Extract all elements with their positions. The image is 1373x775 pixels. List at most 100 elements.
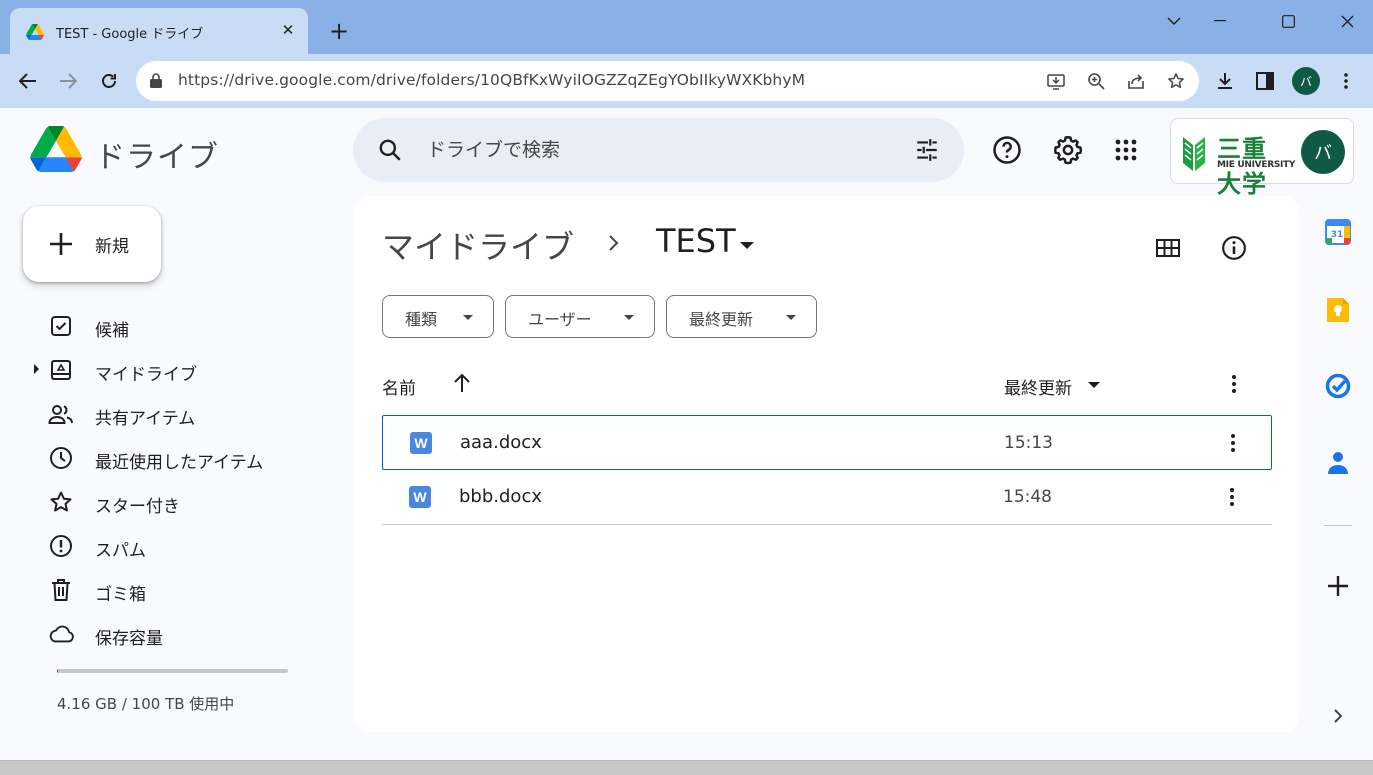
recent-icon <box>48 445 74 471</box>
product-name[interactable]: ドライブ <box>95 132 219 176</box>
chevron-right-icon[interactable] <box>1320 698 1356 734</box>
new-button-label: 新規 <box>95 237 129 257</box>
sidebar-item-storage[interactable]: 保存容量 <box>0 612 340 656</box>
help-icon[interactable] <box>989 132 1025 168</box>
breadcrumb-current[interactable]: TEST <box>656 222 736 260</box>
sort-menu-caret-icon[interactable] <box>1088 382 1100 388</box>
sidebar-item-my-drive[interactable]: マイドライブ <box>0 348 340 392</box>
account-avatar[interactable]: バ <box>1301 130 1345 174</box>
filter-user-chip[interactable]: ユーザー <box>505 295 655 338</box>
chip-label: ユーザー <box>528 310 592 329</box>
search-bar[interactable] <box>353 118 964 182</box>
zoom-icon[interactable] <box>1084 69 1108 93</box>
file-row[interactable]: W aaa.docx 15:13 <box>382 415 1272 470</box>
drive-app: ドライブ 三重大学 MIE UNIVERSITY バ 新規 <box>0 108 1373 760</box>
new-button[interactable]: 新規 <box>23 206 161 282</box>
reload-button[interactable] <box>92 64 126 98</box>
file-list-header: 名前 最終更新 <box>382 372 1272 402</box>
sidebar-item-shared[interactable]: 共有アイテム <box>0 392 340 436</box>
column-name[interactable]: 名前 <box>382 374 416 399</box>
sidebar-item-trash[interactable]: ゴミ箱 <box>0 568 340 612</box>
sidebar-item-label: 最近使用したアイテム <box>95 453 264 473</box>
file-modified: 15:48 <box>1003 487 1052 507</box>
search-options-icon[interactable] <box>914 137 940 163</box>
sidebar-nav: 候補 マイドライブ 共有アイテム 最近使用したアイテム スター付き スパム ゴミ… <box>0 304 340 656</box>
browser-tab[interactable]: TEST - Google ドライブ ✕ <box>10 8 308 54</box>
browser-toolbar: https://drive.google.com/drive/folders/1… <box>0 54 1373 108</box>
downloads-icon[interactable] <box>1210 66 1240 96</box>
sidebar-item-label: スパム <box>95 541 146 561</box>
contacts-icon[interactable] <box>1320 445 1356 481</box>
install-app-icon[interactable] <box>1044 69 1068 93</box>
breadcrumb-root[interactable]: マイドライブ <box>382 222 574 268</box>
tab-search-icon[interactable] <box>1154 8 1194 34</box>
word-doc-icon: W <box>410 432 432 454</box>
my-drive-icon <box>48 357 74 383</box>
sidebar-item-recent[interactable]: 最近使用したアイテム <box>0 436 340 480</box>
keep-icon[interactable] <box>1320 292 1356 328</box>
grid-view-icon[interactable] <box>1152 232 1184 264</box>
settings-gear-icon[interactable] <box>1050 132 1086 168</box>
forward-button[interactable] <box>51 64 85 98</box>
back-button[interactable] <box>11 64 45 98</box>
window-bottom-edge <box>0 760 1373 775</box>
org-sub: MIE UNIVERSITY <box>1217 160 1296 170</box>
browser-menu-icon[interactable] <box>1331 66 1361 96</box>
expand-arrow-icon[interactable] <box>34 364 39 374</box>
file-name[interactable]: bbb.docx <box>459 486 542 507</box>
more-actions-icon[interactable] <box>1221 431 1245 455</box>
lock-icon <box>150 73 162 88</box>
filter-type-chip[interactable]: 種類 <box>382 295 494 338</box>
file-modified: 15:13 <box>1004 433 1053 453</box>
chevron-down-icon <box>624 315 634 320</box>
folder-menu-caret-icon[interactable] <box>740 242 754 249</box>
share-page-icon[interactable] <box>1124 69 1148 93</box>
calendar-day: 31 <box>1331 230 1344 240</box>
filter-modified-chip[interactable]: 最終更新 <box>666 295 817 338</box>
new-tab-button[interactable]: + <box>326 18 352 44</box>
close-window-button[interactable] <box>1327 8 1367 34</box>
more-actions-icon[interactable] <box>1220 485 1244 509</box>
calendar-icon[interactable]: 31 <box>1320 214 1356 250</box>
tasks-icon[interactable] <box>1320 368 1356 404</box>
sidebar-item-label: スター付き <box>95 497 180 517</box>
profile-avatar: バ <box>1292 67 1320 95</box>
plus-icon <box>50 233 72 255</box>
url-text[interactable]: https://drive.google.com/drive/folders/1… <box>178 71 805 89</box>
column-more-icon[interactable] <box>1222 372 1246 396</box>
sidebar-item-spam[interactable]: スパム <box>0 524 340 568</box>
leaf-logo-icon <box>1183 137 1205 171</box>
side-panel-icon[interactable] <box>1250 66 1280 96</box>
search-input[interactable] <box>427 118 887 182</box>
suggested-icon <box>48 313 74 339</box>
side-panel-divider <box>1324 525 1352 526</box>
sidebar-item-label: 保存容量 <box>95 629 163 649</box>
trash-icon <box>48 577 74 603</box>
maximize-button[interactable] <box>1268 8 1308 34</box>
drive-logo-icon[interactable] <box>30 126 82 172</box>
details-info-icon[interactable] <box>1218 232 1250 264</box>
sort-ascending-icon[interactable] <box>452 372 472 394</box>
file-row[interactable]: W bbb.docx 15:48 <box>382 470 1272 525</box>
tab-title: TEST - Google ドライブ <box>56 27 204 42</box>
profile-button[interactable]: バ <box>1291 66 1321 96</box>
sidebar-item-label: ゴミ箱 <box>95 585 146 605</box>
sidebar-item-suggested[interactable]: 候補 <box>0 304 340 348</box>
address-bar[interactable]: https://drive.google.com/drive/folders/1… <box>136 61 1199 101</box>
bookmark-star-icon[interactable] <box>1164 69 1188 93</box>
account-switcher[interactable]: 三重大学 MIE UNIVERSITY バ <box>1170 118 1354 198</box>
word-doc-icon: W <box>409 486 431 508</box>
minimize-button[interactable] <box>1200 8 1240 34</box>
sidebar-item-label: マイドライブ <box>95 365 197 385</box>
star-icon <box>48 489 74 515</box>
apps-grid-icon[interactable] <box>1108 132 1144 168</box>
storage-usage-text: 4.16 GB / 100 TB 使用中 <box>57 695 235 713</box>
chevron-down-icon <box>463 315 473 320</box>
column-modified[interactable]: 最終更新 <box>1004 374 1072 399</box>
storage-usage-fill <box>57 669 58 673</box>
tab-close-icon[interactable]: ✕ <box>278 20 298 40</box>
add-icon[interactable] <box>1320 568 1356 604</box>
search-icon[interactable] <box>377 137 403 163</box>
file-name[interactable]: aaa.docx <box>460 432 542 453</box>
sidebar-item-starred[interactable]: スター付き <box>0 480 340 524</box>
